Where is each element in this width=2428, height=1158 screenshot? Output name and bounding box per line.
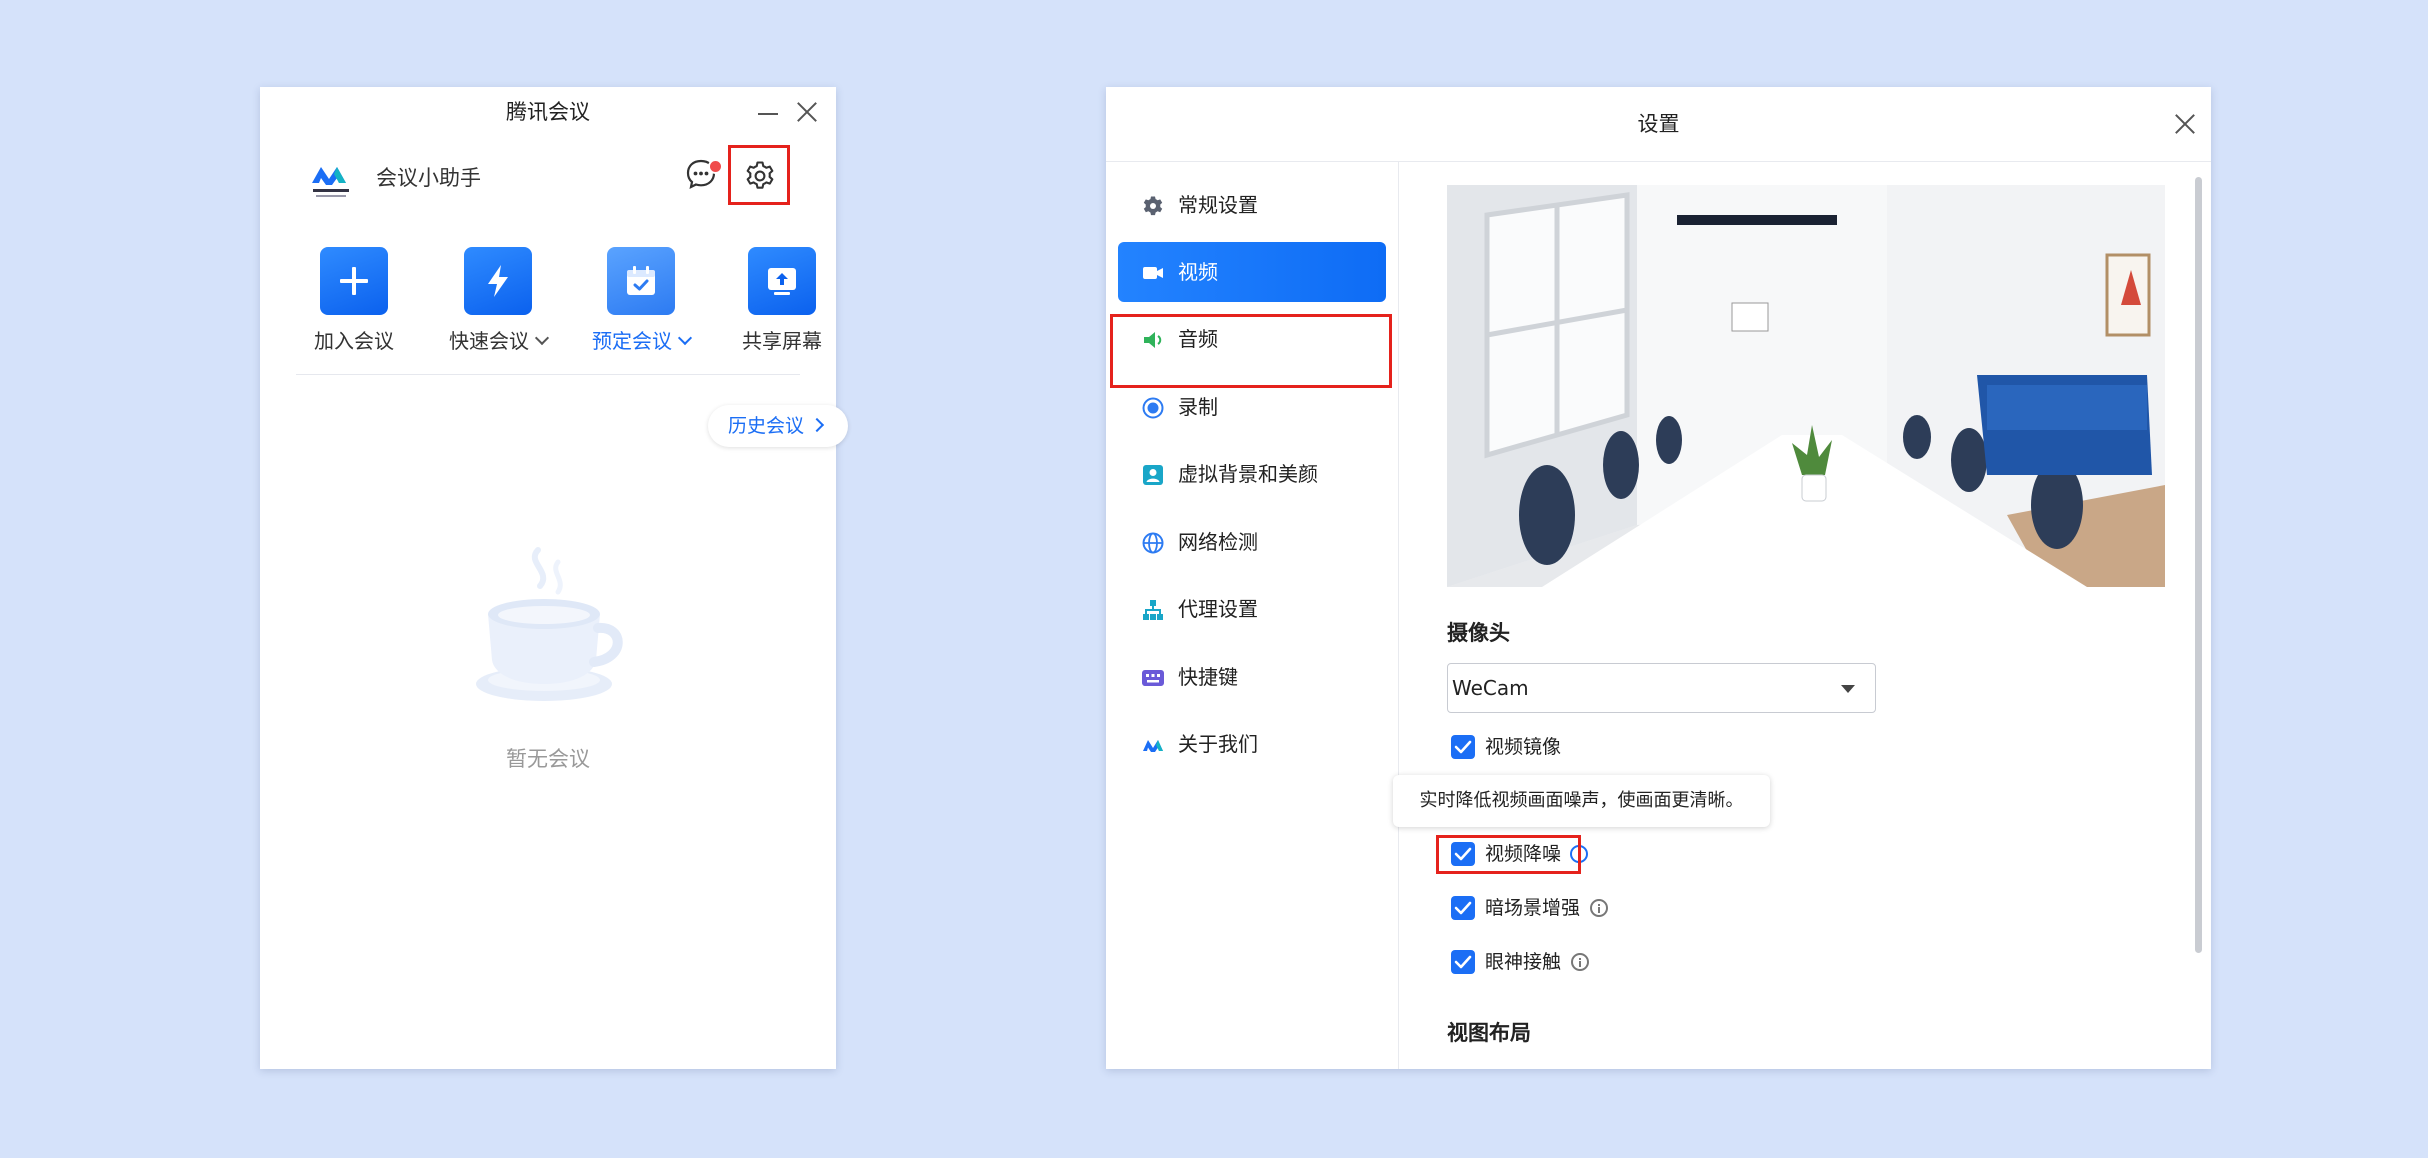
info-icon[interactable] [1571, 953, 1589, 971]
nav-label: 快捷键 [1178, 665, 1238, 689]
keyboard-icon [1142, 670, 1164, 686]
checkmark-icon [1454, 901, 1472, 915]
nav-item-video[interactable]: 视频 [1118, 242, 1386, 302]
dropdown-arrow-icon [1841, 685, 1855, 693]
settings-scrollbar[interactable] [2195, 177, 2202, 953]
low-light-enhance-label[interactable]: 暗场景增强 [1485, 895, 1580, 921]
close-button[interactable] [2173, 112, 2197, 136]
plus-icon [320, 247, 388, 315]
denoise-tooltip: 实时降低视频画面噪声，使画面更清晰。 [1393, 775, 1770, 827]
network-tree-icon [1143, 600, 1163, 620]
nav-label: 关于我们 [1178, 732, 1258, 756]
nav-label: 虚拟背景和美颜 [1178, 462, 1318, 486]
meeting-main-window: 腾讯会议 会议小助手 加入会议 快速会议 预定会议 共享屏幕 历史会议 暂无会议 [260, 87, 848, 1069]
nav-label: 常规设置 [1178, 193, 1258, 217]
camera-select-value: WeCam [1452, 676, 1529, 700]
info-icon[interactable] [1590, 899, 1608, 917]
quick-meeting-action[interactable]: 快速会议 [428, 247, 568, 355]
schedule-meeting-action[interactable]: 预定会议 [571, 247, 711, 355]
settings-sidebar: 常规设置 视频 音频 录制 虚拟背景和美颜 网络检测 代理设置 快捷键 关于我们 [1106, 162, 1399, 1069]
minimize-button[interactable] [756, 101, 780, 125]
nav-item-shortcuts[interactable]: 快捷键 [1118, 647, 1386, 707]
tencent-meeting-logo-icon [1143, 740, 1163, 752]
low-light-enhance-checkbox[interactable] [1451, 896, 1475, 920]
eye-contact-checkbox[interactable] [1451, 950, 1475, 974]
calendar-check-icon [607, 247, 675, 315]
unread-dot [708, 159, 723, 174]
share-screen-icon [748, 247, 816, 315]
history-meetings-button[interactable]: 历史会议 [708, 405, 848, 447]
divider [296, 374, 800, 375]
settings-title: 设置 [1637, 112, 1680, 136]
video-nav-highlight [1110, 314, 1392, 388]
layout-section-title: 视图布局 [1447, 1021, 1531, 1045]
portrait-icon [1143, 465, 1163, 485]
checkmark-icon [1454, 740, 1472, 754]
close-button[interactable] [795, 100, 819, 124]
video-denoise-highlight [1436, 835, 1581, 874]
empty-state-cup-icon [460, 542, 636, 726]
assistant-name[interactable]: 会议小助手 [376, 163, 481, 193]
gear-icon [1143, 196, 1163, 216]
mirror-video-label[interactable]: 视频镜像 [1485, 734, 1561, 760]
nav-label: 视频 [1178, 260, 1218, 284]
nav-item-proxy[interactable]: 代理设置 [1118, 579, 1386, 639]
gear-icon [746, 161, 774, 189]
quick-meeting-label: 快速会议 [449, 329, 529, 353]
nav-item-about[interactable]: 关于我们 [1118, 714, 1386, 774]
settings-window: 设置 常规设置 视频 音频 录制 虚拟背景和美颜 网络检测 代理设置 快捷键 关… [1106, 87, 2211, 1069]
share-screen-label: 共享屏幕 [742, 329, 822, 353]
nav-label: 网络检测 [1178, 530, 1258, 554]
checkmark-icon [1454, 955, 1472, 969]
lightning-icon [464, 247, 532, 315]
camera-select[interactable]: WeCam [1447, 663, 1876, 713]
history-label: 历史会议 [728, 415, 805, 437]
nav-label: 代理设置 [1178, 597, 1258, 621]
nav-item-virtual-background[interactable]: 虚拟背景和美颜 [1118, 444, 1386, 504]
share-screen-action[interactable]: 共享屏幕 [712, 247, 852, 355]
mirror-video-checkbox[interactable] [1451, 735, 1475, 759]
camera-preview [1447, 185, 2165, 587]
record-icon [1142, 397, 1164, 419]
nav-item-network[interactable]: 网络检测 [1118, 512, 1386, 572]
chevron-down-icon[interactable] [534, 330, 550, 346]
tencent-meeting-logo [310, 157, 352, 201]
join-meeting-label: 加入会议 [314, 329, 394, 353]
camera-section-title: 摄像头 [1447, 621, 1510, 645]
empty-state-text: 暂无会议 [506, 747, 590, 771]
globe-icon [1142, 532, 1164, 554]
nav-item-general[interactable]: 常规设置 [1118, 175, 1386, 235]
schedule-meeting-label: 预定会议 [592, 329, 672, 353]
chevron-right-icon [809, 417, 825, 433]
chevron-down-icon[interactable] [677, 330, 693, 346]
settings-header: 设置 [1106, 87, 2211, 162]
video-camera-icon [1143, 267, 1163, 279]
eye-contact-label[interactable]: 眼神接触 [1485, 949, 1561, 975]
window-title: 腾讯会议 [506, 100, 590, 124]
settings-button-highlight[interactable] [728, 145, 790, 205]
join-meeting-action[interactable]: 加入会议 [284, 247, 424, 355]
